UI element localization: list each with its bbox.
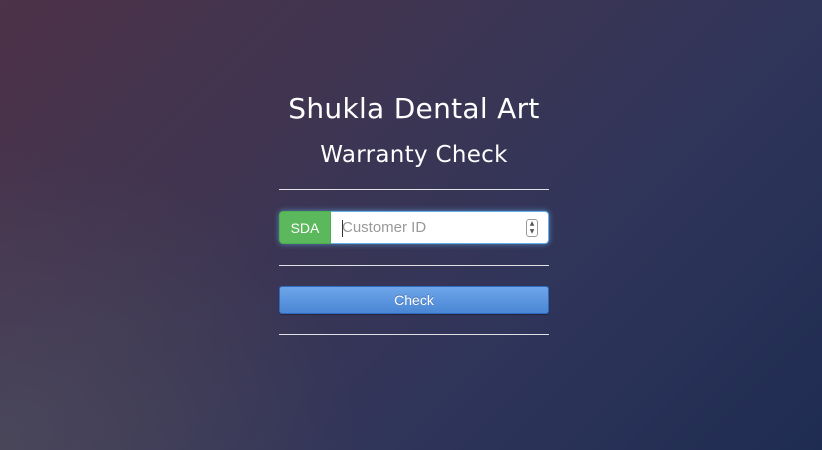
customer-id-input[interactable] xyxy=(331,212,548,243)
chevron-down-icon[interactable]: ▼ xyxy=(530,228,535,236)
chevron-up-icon[interactable]: ▲ xyxy=(530,220,535,228)
customer-id-field-wrapper: ▲ ▼ xyxy=(331,211,549,244)
text-cursor xyxy=(342,220,343,237)
customer-id-input-group: SDA ▲ ▼ xyxy=(279,211,549,244)
divider-top xyxy=(279,189,549,190)
check-button[interactable]: Check xyxy=(279,286,549,314)
divider-bottom xyxy=(279,334,549,335)
number-stepper[interactable]: ▲ ▼ xyxy=(526,219,538,237)
divider-middle xyxy=(279,265,549,266)
sda-prefix-addon: SDA xyxy=(279,211,331,244)
brand-title: Shukla Dental Art xyxy=(288,92,540,125)
page-subtitle: Warranty Check xyxy=(320,142,508,168)
